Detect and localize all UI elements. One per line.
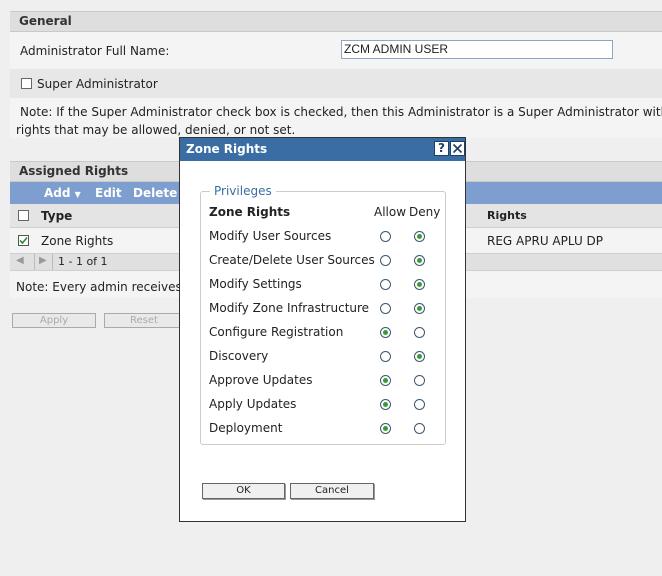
privilege-label: Modify User Sources (209, 229, 332, 243)
privilege-label: Modify Settings (209, 277, 302, 291)
privilege-label: Approve Updates (209, 373, 313, 387)
allow-radio[interactable] (380, 399, 391, 410)
pager-divider-2 (52, 254, 53, 270)
allow-radio[interactable] (380, 255, 391, 266)
deny-radio[interactable] (414, 279, 425, 290)
next-page-icon[interactable]: ▶ (39, 255, 47, 266)
row-checkbox[interactable] (18, 235, 29, 246)
reset-button[interactable]: Reset (104, 313, 184, 328)
deny-radio[interactable] (414, 375, 425, 386)
general-section: General Administrator Full Name: ZCM ADM… (10, 11, 662, 138)
deny-radio[interactable] (414, 255, 425, 266)
select-all-checkbox[interactable] (18, 210, 29, 221)
allow-column-header: Allow (374, 205, 407, 219)
privilege-label: Create/Delete User Sources (209, 253, 375, 267)
privilege-label: Modify Zone Infrastructure (209, 301, 370, 315)
check-icon (19, 236, 28, 245)
privilege-label: Apply Updates (209, 397, 297, 411)
deny-radio[interactable] (414, 351, 425, 362)
admin-name-input[interactable]: ZCM ADMIN USER (341, 40, 613, 59)
deny-column-header: Deny (409, 205, 441, 219)
allow-radio[interactable] (380, 423, 391, 434)
privilege-label: Discovery (209, 349, 269, 363)
privilege-label: Configure Registration (209, 325, 344, 339)
deny-radio[interactable] (414, 399, 425, 410)
ok-button[interactable]: OK (202, 483, 285, 499)
help-icon[interactable]: ? (434, 141, 449, 156)
deny-radio[interactable] (414, 423, 425, 434)
allow-radio[interactable] (380, 351, 391, 362)
zone-rights-dialog: Zone Rights ? Privileges Zone Rights All… (179, 137, 466, 522)
zone-rights-heading: Zone Rights (209, 205, 291, 219)
deny-radio[interactable] (414, 231, 425, 242)
row-rights: REG APRU APLU DP (487, 234, 604, 248)
row-type[interactable]: Zone Rights (41, 234, 113, 248)
column-type[interactable]: Type (41, 209, 72, 223)
cancel-button[interactable]: Cancel (290, 483, 374, 499)
dialog-title: Zone Rights (186, 142, 268, 156)
admin-name-label: Administrator Full Name: (20, 44, 170, 58)
close-icon[interactable] (450, 141, 465, 156)
pager-divider (34, 254, 35, 270)
pager-range: 1 - 1 of 1 (58, 255, 108, 268)
column-rights[interactable]: Rights (487, 209, 527, 222)
allow-radio[interactable] (380, 327, 391, 338)
add-label: Add (44, 186, 71, 200)
add-menu-button[interactable]: Add ▼ (44, 182, 81, 206)
allow-radio[interactable] (380, 375, 391, 386)
allow-radio[interactable] (380, 303, 391, 314)
caret-down-icon: ▼ (74, 190, 81, 199)
edit-button[interactable]: Edit (95, 182, 122, 204)
super-admin-note-line1: Note: If the Super Administrator check b… (20, 105, 662, 119)
allow-radio[interactable] (380, 279, 391, 290)
apply-button[interactable]: Apply (12, 313, 96, 328)
privilege-label: Deployment (209, 421, 283, 435)
super-admin-checkbox[interactable] (21, 78, 32, 89)
delete-button[interactable]: Delete (133, 182, 177, 204)
deny-radio[interactable] (414, 303, 425, 314)
deny-radio[interactable] (414, 327, 425, 338)
prev-page-icon[interactable]: ◀ (16, 255, 24, 266)
allow-radio[interactable] (380, 231, 391, 242)
super-admin-note-line2: rights that may be allowed, denied, or n… (16, 123, 296, 137)
dialog-title-bar: Zone Rights ? (180, 138, 465, 161)
super-admin-label: Super Administrator (37, 77, 158, 91)
assigned-note: Note: Every admin receives (16, 280, 182, 294)
privileges-legend: Privileges (210, 184, 276, 198)
general-title: General (10, 12, 662, 32)
